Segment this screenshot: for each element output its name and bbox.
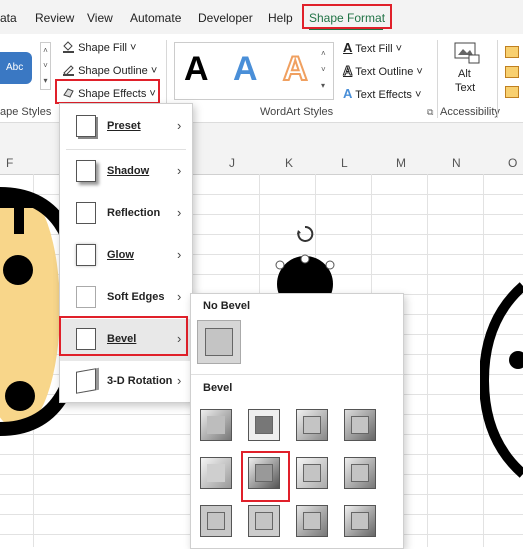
column-header-l[interactable]: L bbox=[341, 156, 348, 170]
bevel-option-cross[interactable] bbox=[296, 409, 328, 441]
menu-item-shadow[interactable]: Shadow › bbox=[60, 151, 192, 193]
menu-item-preset[interactable]: Preset › bbox=[60, 106, 192, 148]
chevron-right-icon: › bbox=[177, 289, 182, 304]
tab-data[interactable]: ata bbox=[0, 11, 17, 25]
bevel-option-cool-slant[interactable] bbox=[344, 409, 376, 441]
menu-item-3d-rotation[interactable]: 3-D Rotation › bbox=[60, 361, 192, 403]
chevron-right-icon: › bbox=[177, 118, 182, 133]
bevel-option-relaxed-inset[interactable] bbox=[248, 409, 280, 441]
bevel-option-angle[interactable] bbox=[200, 457, 232, 489]
arrange-icon[interactable] bbox=[505, 86, 519, 98]
no-bevel-heading: No Bevel bbox=[203, 300, 251, 312]
arrange-icon[interactable] bbox=[505, 46, 519, 58]
ribbon-separator bbox=[497, 40, 498, 118]
alt-text-label-2: Text bbox=[455, 82, 476, 94]
wordart-styles-group-label: WordArt Styles bbox=[260, 106, 334, 118]
menu-label-preset: Preset bbox=[107, 120, 141, 132]
tab-view[interactable]: View bbox=[87, 11, 113, 25]
menu-item-soft-edges[interactable]: Soft Edges › bbox=[60, 277, 192, 319]
wordart-orange-outline[interactable]: A bbox=[282, 49, 309, 89]
text-fill-label: Text Fill bbox=[355, 43, 393, 55]
tab-review[interactable]: Review bbox=[35, 11, 74, 25]
bevel-option-slope[interactable] bbox=[344, 457, 376, 489]
ribbon-separator bbox=[437, 40, 438, 118]
bevel-heading: Bevel bbox=[203, 382, 233, 394]
wordart-black[interactable]: A bbox=[184, 50, 209, 89]
selected-circle-shape[interactable] bbox=[270, 222, 340, 297]
text-outline-button[interactable]: A Text Outline ˅ bbox=[342, 63, 422, 79]
text-fill-icon: A bbox=[343, 40, 353, 55]
shape-effects-menu: Preset › Shadow › Reflection › Glow › So… bbox=[59, 103, 193, 403]
chevron-right-icon: › bbox=[177, 163, 182, 178]
text-effects-button[interactable]: A Text Effects ˅ bbox=[343, 86, 421, 101]
shape-effects-highlight bbox=[55, 79, 160, 104]
menu-separator bbox=[66, 149, 186, 150]
arrange-icon[interactable] bbox=[505, 66, 519, 78]
alt-text-icon bbox=[454, 42, 480, 64]
pen-icon bbox=[63, 65, 74, 76]
no-bevel-swatch bbox=[205, 328, 233, 356]
shape-fill-label: Shape Fill bbox=[78, 42, 127, 54]
bevel-option-circle[interactable] bbox=[200, 409, 232, 441]
wordart-scroll[interactable]: ˄ ˅ ▾ bbox=[321, 46, 326, 94]
shape-outline-label: Shape Outline bbox=[78, 65, 148, 77]
menu-label-reflection: Reflection bbox=[107, 207, 161, 219]
menu-label-shadow: Shadow bbox=[107, 165, 150, 177]
column-header-n[interactable]: N bbox=[452, 156, 461, 170]
glow-thumbnail bbox=[76, 244, 96, 266]
right-face-shape[interactable] bbox=[480, 280, 523, 480]
3d-rotation-thumbnail bbox=[76, 368, 96, 394]
text-outline-label: Text Outline bbox=[355, 66, 414, 78]
tab-help[interactable]: Help bbox=[268, 11, 293, 25]
bevel-option-hard-edge[interactable] bbox=[296, 505, 328, 537]
column-header-o[interactable]: O bbox=[508, 156, 517, 170]
bevel-option-art-deco[interactable] bbox=[344, 505, 376, 537]
shape-styles-scroll[interactable]: ˄ ˅ ▾ bbox=[40, 42, 51, 90]
soft-edges-thumbnail bbox=[76, 286, 96, 308]
bevel-option-highlight bbox=[241, 451, 290, 502]
accessibility-group-label: Accessibility bbox=[440, 106, 500, 118]
bevel-option-riblet[interactable] bbox=[248, 505, 280, 537]
bevel-menu-highlight bbox=[59, 316, 188, 356]
gallery-separator bbox=[191, 374, 403, 375]
text-fill-button[interactable]: A Text Fill ˅ bbox=[343, 40, 402, 55]
bevel-gallery: No Bevel Bevel bbox=[190, 293, 404, 549]
alt-text-label-1: Alt bbox=[458, 68, 471, 80]
shape-format-highlight bbox=[302, 4, 392, 29]
menu-label-3d-rotation: 3-D Rotation bbox=[107, 375, 173, 387]
column-header-m[interactable]: M bbox=[396, 156, 406, 170]
menu-item-reflection[interactable]: Reflection › bbox=[60, 193, 192, 235]
shape-outline-button[interactable]: Shape Outline ˅ bbox=[62, 63, 157, 77]
menu-label-soft-edges: Soft Edges bbox=[107, 291, 165, 303]
text-effects-label: Text Effects bbox=[355, 89, 412, 101]
menu-label-glow: Glow bbox=[107, 249, 134, 261]
gridline bbox=[427, 174, 428, 547]
bevel-option-divot[interactable] bbox=[200, 505, 232, 537]
chevron-right-icon: › bbox=[177, 247, 182, 262]
wordart-blue[interactable]: A bbox=[233, 50, 258, 89]
shape-style-swatch-label: Abc bbox=[6, 62, 24, 73]
column-header-k[interactable]: K bbox=[285, 156, 293, 170]
column-header-f[interactable]: F bbox=[6, 156, 13, 170]
chevron-right-icon: › bbox=[177, 205, 182, 220]
bevel-option-convex[interactable] bbox=[296, 457, 328, 489]
text-effects-icon: A bbox=[343, 86, 353, 101]
shadow-thumbnail bbox=[76, 160, 96, 182]
menu-item-glow[interactable]: Glow › bbox=[60, 235, 192, 277]
column-header-j[interactable]: J bbox=[229, 156, 235, 170]
preset-thumbnail bbox=[76, 115, 96, 137]
shape-fill-button[interactable]: Shape Fill ˅ bbox=[62, 40, 136, 54]
chevron-right-icon: › bbox=[177, 373, 182, 388]
tab-automate[interactable]: Automate bbox=[130, 11, 181, 25]
text-outline-icon: A bbox=[342, 63, 353, 79]
reflection-thumbnail bbox=[76, 202, 96, 224]
alt-text-button[interactable]: Alt Text bbox=[452, 40, 482, 100]
no-bevel-option[interactable] bbox=[197, 320, 241, 364]
dialog-launcher-icon[interactable]: ⧉ bbox=[427, 107, 433, 118]
ribbon-tab-bar bbox=[0, 0, 523, 34]
shape-style-swatch[interactable]: Abc bbox=[0, 52, 32, 84]
paint-bucket-icon bbox=[63, 41, 74, 53]
shape-styles-group-label: ape Styles bbox=[0, 106, 52, 118]
tab-developer[interactable]: Developer bbox=[198, 11, 253, 25]
